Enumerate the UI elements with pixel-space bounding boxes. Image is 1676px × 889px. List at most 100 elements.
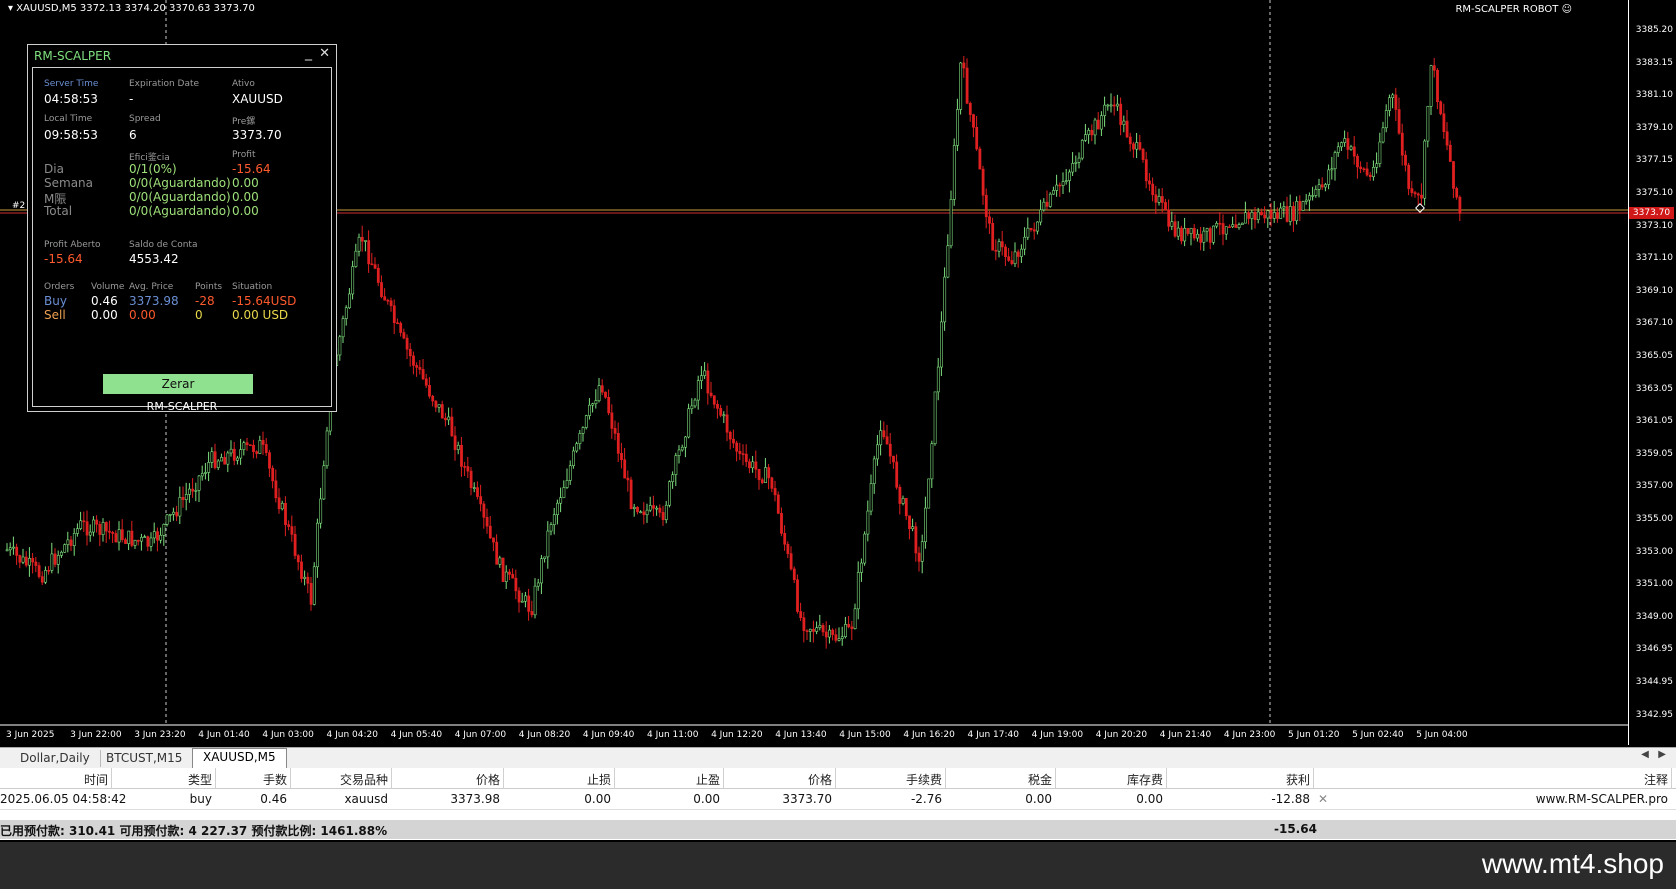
candle-body xyxy=(424,378,428,386)
candle-body xyxy=(44,570,47,583)
candle-body xyxy=(674,455,678,475)
candle-body xyxy=(136,540,140,542)
candle-body xyxy=(808,628,812,632)
summary-profit: -15.64 xyxy=(1274,822,1317,836)
candle-body xyxy=(978,148,982,170)
tab-scroll-arrows[interactable]: ◀ ▶ xyxy=(1641,749,1666,760)
header-col-profit[interactable]: 获利 xyxy=(1286,771,1310,788)
tab-btcust-m15[interactable]: BTCUST,M15 xyxy=(96,750,194,767)
candle-body xyxy=(293,534,297,556)
candle-body xyxy=(898,486,902,504)
time-tick-label: 4 Jun 19:00 xyxy=(1031,730,1084,740)
close-icon[interactable]: ✕ xyxy=(319,46,330,61)
candle-body xyxy=(149,537,153,547)
volume-label: Volume xyxy=(91,282,125,292)
candle-body xyxy=(626,477,630,481)
candle-body xyxy=(1384,110,1388,129)
price-tick-label: 3346.95 xyxy=(1635,644,1673,655)
candle-body xyxy=(1020,248,1023,257)
candle-body xyxy=(972,114,975,128)
header-col-commission[interactable]: 手续费 xyxy=(906,771,942,788)
header-col-price[interactable]: 价格 xyxy=(476,771,500,788)
candle-body xyxy=(1100,115,1103,130)
candle-body xyxy=(1272,212,1276,219)
header-col-swap[interactable]: 库存费 xyxy=(1127,771,1163,788)
candle-body xyxy=(421,369,425,380)
candle-body xyxy=(50,553,54,571)
header-col-tax[interactable]: 税金 xyxy=(1028,771,1052,788)
header-col-tp[interactable]: 止盈 xyxy=(696,771,720,788)
cell-col-price: 3373.98 xyxy=(450,792,500,806)
candle-body xyxy=(901,497,905,504)
header-col-sl[interactable]: 止损 xyxy=(587,771,611,788)
candle-body xyxy=(252,444,255,452)
header-col-type[interactable]: 类型 xyxy=(188,771,212,788)
candle-body xyxy=(620,453,623,461)
candle-body xyxy=(1045,201,1049,207)
time-tick-label: 4 Jun 23:00 xyxy=(1223,730,1276,740)
zerar-button[interactable]: Zerar xyxy=(103,374,253,394)
candle-body xyxy=(1160,196,1164,203)
candle-body xyxy=(143,536,147,538)
close-position-icon[interactable]: ✕ xyxy=(1318,792,1328,806)
candle-body xyxy=(1084,134,1087,141)
candle-body xyxy=(594,400,598,405)
price-tick-label: 3373.10 xyxy=(1635,220,1673,231)
candle-body xyxy=(1215,222,1219,227)
tab-dollar-daily[interactable]: Dollar,Daily xyxy=(10,750,101,767)
price-tick-label: 3357.00 xyxy=(1635,481,1673,492)
candle-body xyxy=(1186,227,1190,234)
candle-body xyxy=(1455,188,1459,198)
local-time: 09:58:53 xyxy=(44,128,98,142)
candle-body xyxy=(1000,241,1004,248)
candle-body xyxy=(1320,184,1324,188)
header-col-symbol[interactable]: 交易品种 xyxy=(340,771,388,788)
candle-body xyxy=(1439,101,1443,115)
candle-body xyxy=(559,497,563,504)
header-col-comment[interactable]: 注释 xyxy=(1644,771,1668,788)
ativo-label: Ativo xyxy=(232,79,255,89)
rm-scalper-panel[interactable]: RM-SCALPER _ ✕ Server Time Expiration Da… xyxy=(27,44,337,413)
candle-body xyxy=(344,307,348,319)
candle-body xyxy=(18,555,22,563)
symbol-ohlc: XAUUSD,M5 3372.13 3374.20 3370.63 3373.7… xyxy=(16,3,255,14)
candle-body xyxy=(492,537,495,543)
candle-body xyxy=(882,430,886,438)
header-col-time[interactable]: 时间 xyxy=(84,771,108,788)
candle-body xyxy=(1128,136,1132,145)
candle-body xyxy=(229,448,233,454)
candle-body xyxy=(501,557,505,582)
candle-body xyxy=(287,524,291,527)
candle-body xyxy=(415,365,419,368)
candle-body xyxy=(165,514,169,525)
candle-body xyxy=(341,318,345,338)
header-col-lots[interactable]: 手数 xyxy=(263,771,287,788)
candle-body xyxy=(514,577,518,592)
candle-body xyxy=(412,355,415,366)
candle-body xyxy=(1141,148,1145,160)
candle-body xyxy=(456,444,460,450)
header-col-cur-price[interactable]: 价格 xyxy=(808,771,832,788)
candle-body xyxy=(840,636,844,639)
candle-body xyxy=(376,268,380,283)
candle-body xyxy=(1260,211,1263,216)
table-row[interactable]: 2025.06.05 04:58:42 buy 0.46 xauusd 3373.98 0… xyxy=(0,789,1676,810)
minimize-icon[interactable]: _ xyxy=(305,45,312,61)
candle-body xyxy=(146,536,150,547)
candle-body xyxy=(1074,161,1078,164)
candle-body xyxy=(1170,221,1174,227)
candle-body xyxy=(383,296,387,301)
candle-body xyxy=(664,504,668,521)
candle-body xyxy=(1333,152,1337,170)
tab-xauusd-m5[interactable]: XAUUSD,M5 xyxy=(192,748,287,768)
candle-body xyxy=(722,414,726,417)
candle-body xyxy=(1423,140,1427,199)
candle-body xyxy=(888,443,892,457)
candle-body xyxy=(1173,221,1177,237)
candle-body xyxy=(1429,65,1433,107)
candle-body xyxy=(511,574,515,579)
candle-body xyxy=(162,524,166,536)
candle-body xyxy=(824,631,828,638)
candle-body xyxy=(8,547,12,551)
candle-body xyxy=(789,553,793,570)
